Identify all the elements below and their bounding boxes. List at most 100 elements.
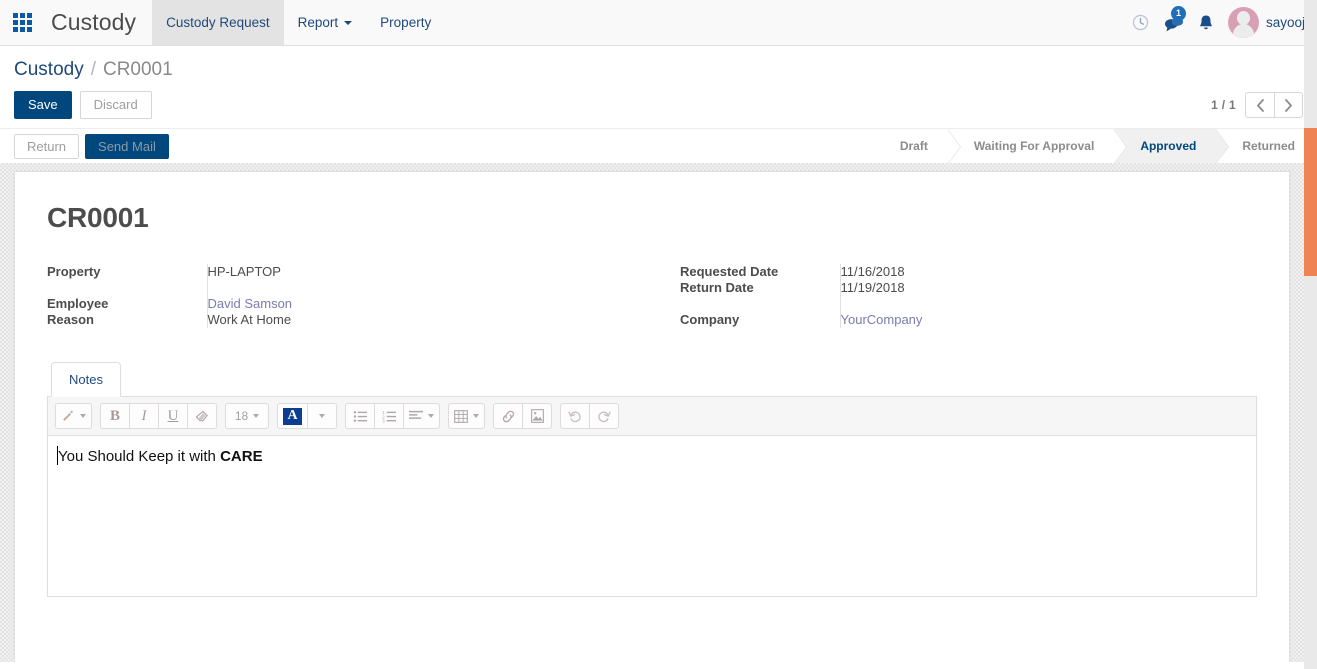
tab-notes[interactable]: Notes [51,362,121,397]
app-brand-title: Custody [51,9,137,35]
status-step-label: Draft [899,139,928,153]
field-value-return-date[interactable]: 11/19/2018 [839,280,1257,296]
navbar-menu: Custody Request Report Property [152,0,445,45]
field-value-requested-date[interactable]: 11/16/2018 [839,264,1257,280]
employee-link[interactable]: David Samson [208,296,293,311]
notebook: Notes B I U 18 A 1 2 3 You Should Keep i… [47,362,1257,597]
menu-item-custody-request[interactable]: Custody Request [152,0,284,45]
pager-value: 1 / 1 [1211,98,1236,112]
message-count-badge: 1 [1170,5,1186,21]
chat-bubbles-icon[interactable]: 1 [1163,5,1186,32]
status-step-draft[interactable]: Draft [880,128,961,164]
menu-item-property[interactable]: Property [366,0,445,45]
field-row-employee: Employee David Samson [47,296,652,312]
user-name-label: sayooj [1265,15,1305,30]
font-size-value: 18 [234,409,249,423]
save-button[interactable]: Save [14,90,72,120]
link-icon[interactable] [493,403,523,429]
redo-icon[interactable] [589,403,619,429]
toolbar-group-lists: 1 2 3 [345,403,440,429]
statusbar-row: Return Send Mail Draft Waiting For Appro… [0,128,1317,164]
send-mail-button[interactable]: Send Mail [85,133,169,159]
bold-button[interactable]: B [100,403,130,429]
return-button[interactable]: Return [14,133,80,159]
field-value-reason[interactable]: Work At Home [206,312,652,328]
menu-item-label: Property [380,15,432,30]
field-row-reason: Reason Work At Home [47,312,652,328]
field-label-employee: Employee [47,296,109,311]
field-value-employee[interactable]: David Samson [206,296,652,312]
align-left-icon[interactable] [403,403,440,429]
pager-previous-button[interactable] [1245,92,1274,118]
apps-grid-icon [13,13,32,32]
menu-item-report[interactable]: Report [284,0,367,45]
font-color-button[interactable]: A [277,403,308,429]
page-scrollbar-thumb[interactable] [1304,128,1317,276]
editor-toolbar: B I U 18 A 1 2 3 [48,397,1256,436]
form-columns: Property HP-LAPTOP Employee David Samson… [47,264,1257,328]
table-icon[interactable] [448,403,485,429]
menu-item-label: Report [297,15,339,30]
magic-wand-icon[interactable] [55,403,92,429]
status-step-returned[interactable]: Returned [1216,128,1317,164]
menu-item-label: Custody Request [166,15,270,30]
undo-icon[interactable] [560,403,590,429]
breadcrumb: Custody / CR0001 [14,46,1303,81]
breadcrumb-current: CR0001 [102,59,173,80]
notebook-tabs: Notes [47,362,1257,397]
bullet-list-icon[interactable] [345,403,375,429]
discard-button[interactable]: Discard [79,90,152,120]
eraser-icon[interactable] [187,403,217,429]
status-step-label: Approved [1140,139,1197,153]
toolbar-group-style [55,403,92,429]
field-label-reason: Reason [47,312,94,327]
form-column-left: Property HP-LAPTOP Employee David Samson… [47,264,652,328]
field-label-property: Property [47,264,101,279]
toolbar-group-format: B I U [100,403,217,429]
bell-icon[interactable] [1198,14,1214,32]
field-row-property: Property HP-LAPTOP [47,264,652,280]
user-menu[interactable]: sayooj [1227,7,1305,38]
breadcrumb-separator: / [90,59,96,80]
font-color-dropdown[interactable] [307,403,337,429]
font-color-swatch: A [283,407,302,425]
status-step-label: Waiting For Approval [973,139,1095,153]
image-icon[interactable] [522,403,552,429]
activity-clock-icon[interactable] [1132,14,1149,31]
field-value-property[interactable]: HP-LAPTOP [206,264,652,280]
company-link[interactable]: YourCompany [841,312,923,327]
notes-editor: B I U 18 A 1 2 3 You Should Keep it with… [47,397,1257,597]
underline-button[interactable]: U [158,403,188,429]
record-action-buttons: Return Send Mail [14,133,169,159]
notes-editor-content[interactable]: You Should Keep it with CARE [48,436,1256,596]
tab-label: Notes [69,372,103,387]
field-value-company[interactable]: YourCompany [839,312,1257,328]
status-step-approved[interactable]: Approved [1114,128,1230,164]
field-row-return-date: Return Date 11/19/2018 [680,280,1257,296]
chevron-down-icon [344,20,353,25]
status-step-label: Returned [1242,139,1295,153]
toolbar-group-table [448,403,485,429]
field-label-company: Company [680,312,740,327]
form-column-right: Requested Date 11/16/2018 Return Date 11… [652,264,1257,328]
numbered-list-icon[interactable]: 1 2 3 [374,403,404,429]
breadcrumb-root-link[interactable]: Custody [14,59,84,81]
notes-text-bold: CARE [220,448,263,465]
navbar-systray: 1 sayooj [1132,0,1317,45]
notes-text-plain: You Should Keep it with [58,448,221,465]
control-panel-buttons: Save Discard 1 / 1 [14,90,1303,120]
field-label-return-date: Return Date [680,280,754,295]
status-step-waiting-for-approval[interactable]: Waiting For Approval [947,128,1128,164]
avatar [1227,7,1259,38]
form-view-background: CR0001 Property HP-LAPTOP Employee David… [0,163,1317,662]
toolbar-group-fontsize: 18 [225,403,269,429]
page-title: CR0001 [47,202,149,233]
form-sheet: CR0001 Property HP-LAPTOP Employee David… [14,171,1290,662]
pager-next-button[interactable] [1274,92,1303,118]
apps-menu-button[interactable] [0,0,45,45]
page-scrollbar-track[interactable] [1304,0,1317,669]
font-size-dropdown[interactable]: 18 [225,403,269,429]
field-row-company: Company YourCompany [680,312,1257,328]
control-panel: Custody / CR0001 Save Discard 1 / 1 [0,46,1317,120]
italic-button[interactable]: I [129,403,159,429]
